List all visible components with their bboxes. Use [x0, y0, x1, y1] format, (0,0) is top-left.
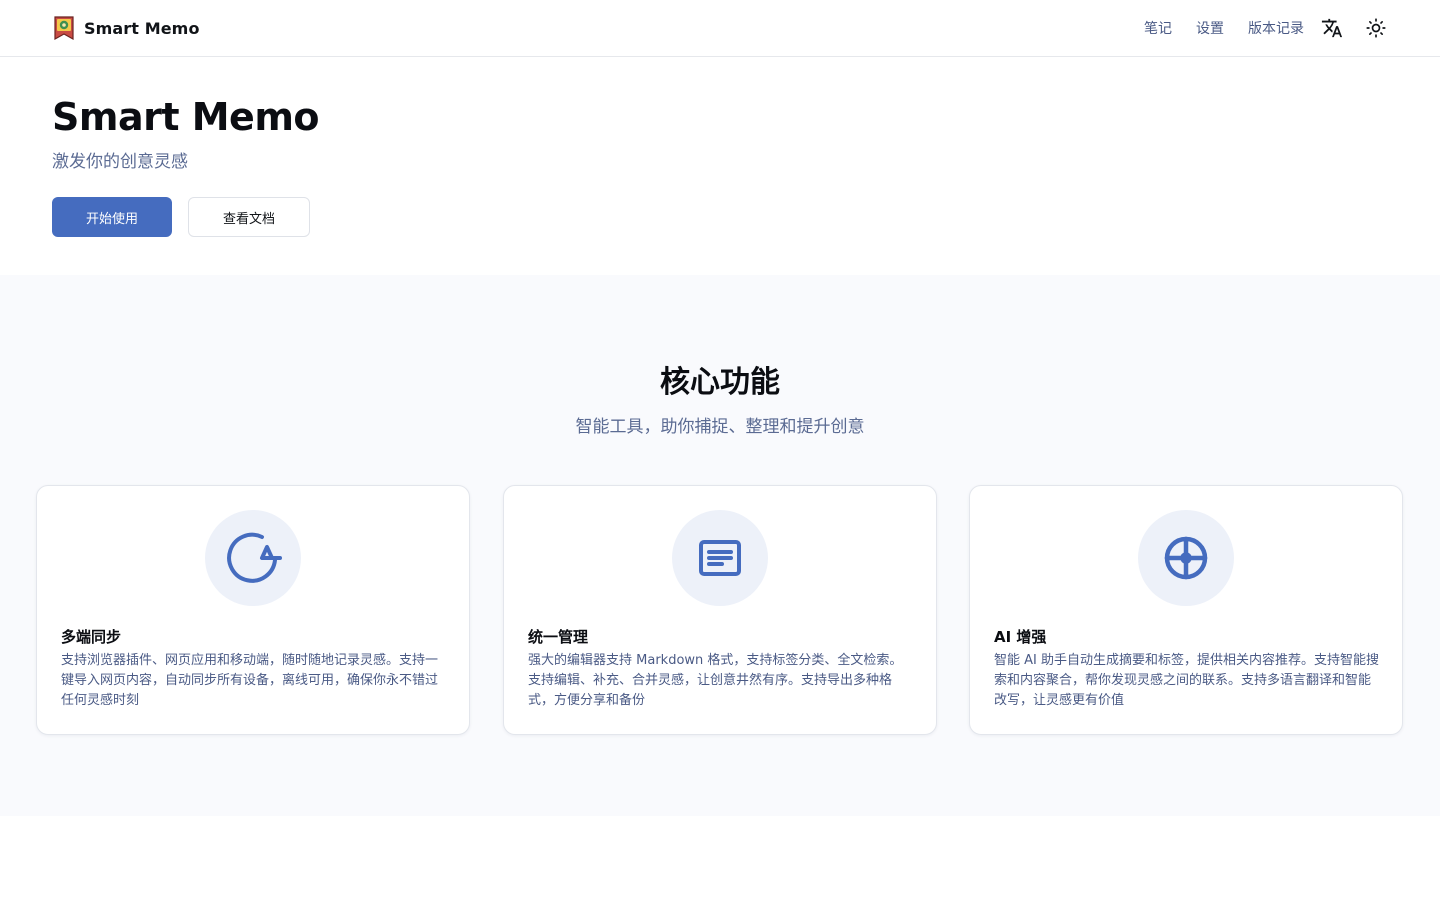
top-nav: 笔记 设置 版本记录: [1144, 0, 1388, 56]
language-toggle-button[interactable]: [1320, 16, 1344, 40]
sync-icon: [227, 532, 282, 583]
hero-section: Smart Memo 激发你的创意灵感 开始使用 查看文档: [0, 57, 1440, 275]
feature-icon-badge: [205, 510, 301, 606]
hero-title: Smart Memo: [52, 95, 320, 139]
features-subtitle: 智能工具，助你捕捉、整理和提升创意: [575, 417, 865, 437]
nav-settings-link[interactable]: 设置: [1196, 18, 1224, 38]
feature-card-ai: AI 增强 智能 AI 助手自动生成摘要和标签，提供相关内容推荐。支持智能搜索和…: [969, 485, 1403, 735]
brand-name: Smart Memo: [84, 18, 200, 38]
theme-toggle-button[interactable]: [1364, 16, 1388, 40]
get-started-button[interactable]: 开始使用: [52, 197, 172, 237]
feature-card-description: 智能 AI 助手自动生成摘要和标签，提供相关内容推荐。支持智能搜索和内容聚合，帮…: [994, 653, 1379, 708]
nav-changelog-link[interactable]: 版本记录: [1248, 18, 1304, 38]
features-section: 核心功能 智能工具，助你捕捉、整理和提升创意 多端同步 支持浏览器插件、网页应用…: [0, 275, 1440, 816]
features-title: 核心功能: [660, 365, 780, 400]
brand-link[interactable]: Smart Memo: [53, 15, 200, 41]
top-navbar: Smart Memo 笔记 设置 版本记录: [0, 0, 1440, 57]
feature-card-title: 多端同步: [61, 628, 122, 646]
nav-notes-link[interactable]: 笔记: [1144, 18, 1172, 38]
memo-logo-icon: [53, 16, 75, 41]
feature-card-title: 统一管理: [528, 628, 589, 646]
feature-card-sync: 多端同步 支持浏览器插件、网页应用和移动端，随时随地记录灵感。支持一键导入网页内…: [36, 485, 470, 735]
sun-icon: [1366, 18, 1386, 38]
translate-icon: [1321, 18, 1343, 38]
feature-card-management: 统一管理 强大的编辑器支持 Markdown 格式，支持标签分类、全文检索。支持…: [503, 485, 937, 735]
crosshair-icon: [1164, 536, 1208, 580]
feature-card-description: 强大的编辑器支持 Markdown 格式，支持标签分类、全文检索。支持编辑、补充…: [528, 653, 903, 708]
note-icon: [699, 540, 741, 576]
feature-card-title: AI 增强: [994, 628, 1047, 646]
hero-subtitle: 激发你的创意灵感: [52, 152, 188, 172]
view-docs-button[interactable]: 查看文档: [188, 197, 310, 237]
feature-card-description: 支持浏览器插件、网页应用和移动端，随时随地记录灵感。支持一键导入网页内容，自动同…: [61, 653, 439, 708]
feature-icon-badge: [1138, 510, 1234, 606]
feature-icon-badge: [672, 510, 768, 606]
